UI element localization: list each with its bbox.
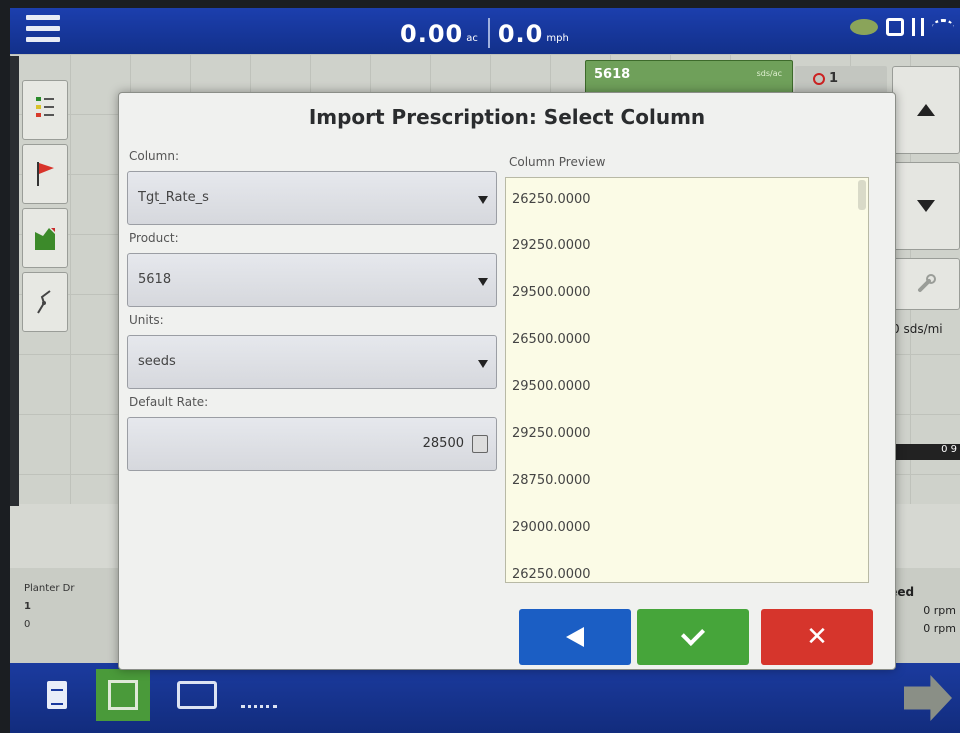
gps-icon[interactable] [932,18,954,36]
alarm-count: 1 [813,71,838,86]
field-tool[interactable] [22,208,68,268]
units-label: Units: [129,313,164,327]
top-stats: 0.00 ac 0.0 mph [400,14,575,48]
rate-readout: 0 sds/mi [892,322,943,336]
preview-scrollbar[interactable] [858,180,866,210]
guidance-icon [37,290,51,314]
rate-down-button[interactable] [892,162,960,250]
dropdown-caret-icon [478,196,488,204]
left-rail [10,56,19,506]
checkmark-icon [680,621,706,647]
area-unit: ac [466,33,478,44]
split-view-button[interactable] [170,669,224,721]
preview-row: 29250.0000 [512,426,591,441]
signal-icon[interactable] [912,18,924,36]
top-status-icons [850,18,954,36]
top-bar: 0.00 ac 0.0 mph [10,8,960,54]
preview-row: 29000.0000 [512,520,591,535]
default-rate-value: 28500 [422,436,464,451]
stat-divider [487,18,490,48]
dialog-title: Import Prescription: Select Column [308,105,706,129]
planter-row: 1 [24,601,31,612]
column-select[interactable]: Tgt_Rate_s [127,171,497,225]
preview-row: 26500.0000 [512,332,591,347]
arrow-up-icon [917,104,935,116]
planter-value: 0 [24,619,31,630]
arrow-down-icon [917,200,935,212]
column-value: Tgt_Rate_s [138,190,209,205]
field-icon [35,228,55,250]
product-tag-unit: sds/ac [756,69,782,78]
import-prescription-dialog: Import Prescription: Select Column Colum… [118,92,896,670]
area-value: 0.00 [400,20,464,48]
reports-button[interactable] [30,669,84,721]
keypad-icon[interactable] [472,435,488,453]
product-label: Product: [129,231,179,245]
preview-row: 28750.0000 [512,473,591,488]
cancel-button[interactable]: ✕ [761,609,873,665]
guidance-tool[interactable] [22,272,68,332]
guidance-button[interactable] [232,669,286,721]
default-rate-input[interactable]: 28500 [127,417,497,471]
display-screen: 0.00 ac 0.0 mph 5618 sds/ac 1 0 sds/mi 0… [10,8,960,733]
back-arrow-icon [566,627,584,647]
flag-icon [37,162,54,186]
product-value: 5618 [138,272,172,287]
menu-icon[interactable] [26,15,60,45]
column-preview-label: Column Preview [509,155,606,169]
planter-label: Planter Dr [24,583,75,594]
preview-row: 29250.0000 [512,238,591,253]
legend-icon [36,97,54,117]
display-icon[interactable] [886,18,904,36]
speed-unit: mph [546,33,569,44]
preview-row: 26250.0000 [512,192,591,207]
wrench-icon [918,274,936,292]
speed-value: 0.0 [497,20,544,48]
product-select[interactable]: 5618 [127,253,497,307]
dropdown-caret-icon [478,360,488,368]
back-button[interactable] [519,609,631,665]
map-button[interactable] [96,669,150,721]
rate-up-button[interactable] [892,66,960,154]
flag-tool[interactable] [22,144,68,204]
left-toolbar [22,80,68,336]
preview-row: 26250.0000 [512,567,591,582]
units-select[interactable]: seeds [127,335,497,389]
product-rate-tag[interactable]: 5618 sds/ac [585,60,793,94]
guidance-path-icon [241,683,277,708]
preview-row: 29500.0000 [512,285,591,300]
next-arrow-icon[interactable] [904,675,952,721]
product-tag-name: 5618 [594,67,631,82]
value-strip: 0 9 [890,444,960,460]
field-map-icon [108,680,138,710]
default-rate-label: Default Rate: [129,395,209,409]
split-view-icon [177,681,217,709]
confirm-button[interactable] [637,609,749,665]
alarm-indicator[interactable]: 1 [795,66,887,94]
preview-row: 29500.0000 [512,379,591,394]
planter-drive-panel[interactable]: Planter Dr 1 0 [24,580,74,634]
right-controls [892,66,960,318]
units-value: seeds [138,354,176,369]
legend-tool[interactable] [22,80,68,140]
settings-button[interactable] [892,258,960,310]
document-icon [47,681,67,709]
column-preview-list[interactable]: 26250.0000 29250.0000 29500.0000 26500.0… [505,177,869,583]
bottom-toolbar [10,663,960,733]
close-icon: ✕ [806,622,828,652]
dropdown-caret-icon [478,278,488,286]
seed-icon[interactable] [850,19,878,35]
column-label: Column: [129,149,179,163]
